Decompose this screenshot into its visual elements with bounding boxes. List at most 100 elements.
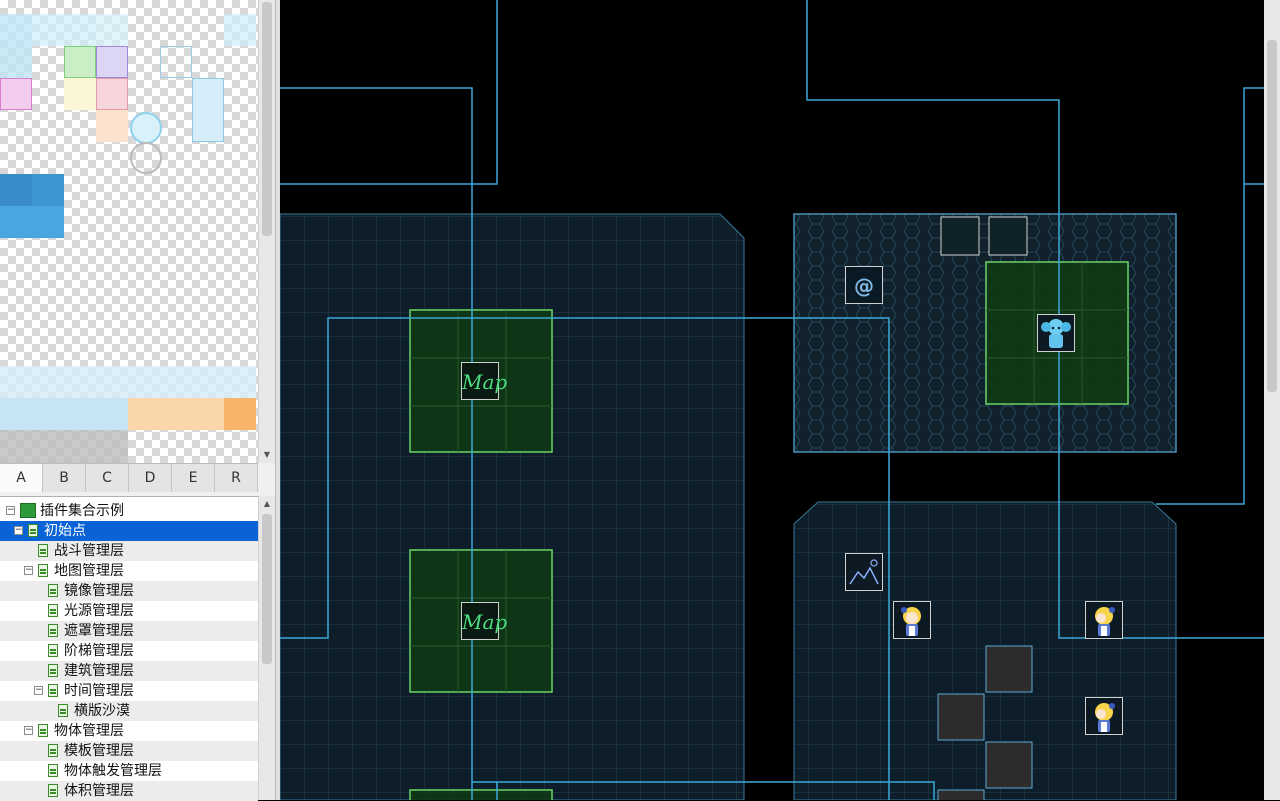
tile-outline[interactable] xyxy=(160,46,192,78)
tree-item[interactable]: 体积管理层 xyxy=(0,781,258,801)
tree-item-label: 光源管理层 xyxy=(64,603,134,619)
map-transfer-event[interactable]: Map xyxy=(461,362,507,400)
tile-blue-block[interactable] xyxy=(0,206,32,238)
tile-grey-ring[interactable] xyxy=(130,142,162,174)
dark-block xyxy=(937,789,985,800)
collapse-icon[interactable]: − xyxy=(34,686,43,695)
scroll-down-icon[interactable]: ▼ xyxy=(262,449,272,461)
tree-item-label: 遮罩管理层 xyxy=(64,623,134,639)
tree-item-label: 物体管理层 xyxy=(54,723,124,739)
map-icon xyxy=(48,664,58,677)
tileset-scrollbar[interactable]: ▼ xyxy=(258,0,275,463)
map-icon xyxy=(48,764,58,777)
tree-item-label: 模板管理层 xyxy=(64,743,134,759)
map-icon xyxy=(28,524,38,537)
tree-item[interactable]: 物体触发管理层 xyxy=(0,761,258,781)
map-icon xyxy=(48,684,58,697)
tile-yellow[interactable] xyxy=(64,78,96,110)
tile-ice-floor[interactable] xyxy=(0,366,256,398)
tree-item[interactable]: 光源管理层 xyxy=(0,601,258,621)
tree-item-label: 地图管理层 xyxy=(54,563,124,579)
tree-item[interactable]: − 初始点 xyxy=(0,521,258,541)
tree-item-label: 横版沙漠 xyxy=(74,703,130,719)
map-icon xyxy=(38,564,48,577)
tile-ice-block[interactable] xyxy=(0,46,32,78)
map-icon xyxy=(48,584,58,597)
dark-block xyxy=(985,741,1033,789)
dark-block xyxy=(937,693,985,741)
map-scrollbar[interactable] xyxy=(1264,0,1280,800)
collapse-icon[interactable]: − xyxy=(24,726,33,735)
map-canvas[interactable]: Map Map @ xyxy=(280,0,1264,800)
ice-girl-sprite-icon[interactable] xyxy=(1037,314,1075,352)
tab-a[interactable]: A xyxy=(0,464,43,492)
tile-rose[interactable] xyxy=(96,78,128,110)
map-icon xyxy=(48,644,58,657)
scrollbar-thumb[interactable] xyxy=(262,514,272,664)
tree-item[interactable]: 横版沙漠 xyxy=(0,701,258,721)
tab-b[interactable]: B xyxy=(43,464,86,492)
tile-grey[interactable] xyxy=(0,430,128,463)
tree-item[interactable]: 建筑管理层 xyxy=(0,661,258,681)
tile-ice-table[interactable] xyxy=(192,78,224,142)
map-icon xyxy=(48,624,58,637)
tree-item-label: 体积管理层 xyxy=(64,783,134,799)
tree-item-label: 初始点 xyxy=(44,523,86,539)
dark-block xyxy=(985,645,1033,693)
tile-ice-block[interactable] xyxy=(32,14,96,46)
collapse-icon[interactable]: − xyxy=(6,506,15,515)
tile-ice-block[interactable] xyxy=(224,14,256,46)
map-icon xyxy=(58,704,68,717)
tree-item-label: 时间管理层 xyxy=(64,683,134,699)
tab-r[interactable]: R xyxy=(215,464,258,492)
tile-blue-block[interactable] xyxy=(32,206,64,238)
collapse-icon[interactable]: − xyxy=(14,526,23,535)
tree-item[interactable]: − 地图管理层 xyxy=(0,561,258,581)
blonde-girl-sprite-icon[interactable] xyxy=(1085,697,1123,735)
map-layer xyxy=(280,0,1264,800)
tree-scrollbar[interactable]: ▲ xyxy=(258,496,275,800)
blonde-girl-sprite-icon[interactable] xyxy=(893,601,931,639)
tree-item-label: 物体触发管理层 xyxy=(64,763,162,779)
tree-item[interactable]: 阶梯管理层 xyxy=(0,641,258,661)
tile-peach[interactable] xyxy=(96,110,128,142)
tree-root-label: 插件集合示例 xyxy=(40,503,124,519)
tileset-palette[interactable] xyxy=(0,0,258,463)
map-icon xyxy=(48,604,58,617)
tile-ice-ring[interactable] xyxy=(130,112,162,144)
common-event[interactable]: @ xyxy=(845,266,883,304)
tree-item[interactable]: − 物体管理层 xyxy=(0,721,258,741)
tile-ice-floor[interactable] xyxy=(0,398,128,430)
tab-d[interactable]: D xyxy=(129,464,172,492)
tree-item-label: 镜像管理层 xyxy=(64,583,134,599)
tree-item-label: 建筑管理层 xyxy=(64,663,134,679)
scrollbar-thumb[interactable] xyxy=(1267,40,1277,392)
tab-e[interactable]: E xyxy=(172,464,215,492)
tile-green[interactable] xyxy=(64,46,96,78)
room-left xyxy=(280,213,745,800)
tile-orange[interactable] xyxy=(224,398,256,430)
tree-item[interactable]: 模板管理层 xyxy=(0,741,258,761)
tree-item-label: 阶梯管理层 xyxy=(64,643,134,659)
tree-item[interactable]: 镜像管理层 xyxy=(0,581,258,601)
tab-c[interactable]: C xyxy=(86,464,129,492)
picture-icon[interactable] xyxy=(845,553,883,591)
tile-blue-block[interactable] xyxy=(0,174,32,206)
empty-event xyxy=(940,216,980,256)
tile-ice-block[interactable] xyxy=(96,14,128,46)
scroll-up-icon[interactable]: ▲ xyxy=(262,498,272,510)
collapse-icon[interactable]: − xyxy=(24,566,33,575)
tile-pink[interactable] xyxy=(0,78,32,110)
map-icon xyxy=(38,544,48,557)
tree-item[interactable]: 遮罩管理层 xyxy=(0,621,258,641)
tile-ice-block[interactable] xyxy=(0,14,32,46)
map-transfer-event[interactable]: Map xyxy=(461,602,507,640)
tree-item[interactable]: 战斗管理层 xyxy=(0,541,258,561)
blonde-girl-sprite-icon[interactable] xyxy=(1085,601,1123,639)
tile-purple[interactable] xyxy=(96,46,128,78)
tree-root[interactable]: − 插件集合示例 xyxy=(0,501,258,521)
tile-blue-block[interactable] xyxy=(32,174,64,206)
tile-sand[interactable] xyxy=(128,398,224,430)
scrollbar-thumb[interactable] xyxy=(262,2,272,236)
tree-item[interactable]: − 时间管理层 xyxy=(0,681,258,701)
